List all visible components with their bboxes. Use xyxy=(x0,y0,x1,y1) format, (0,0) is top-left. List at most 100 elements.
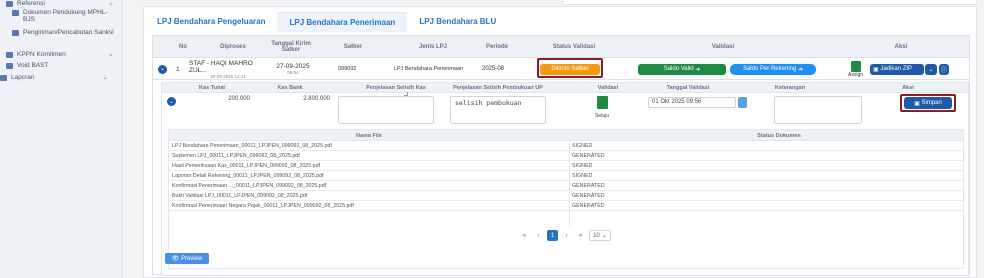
file-name[interactable]: Konfirmasi Penerimaan Negara Pajak_00011… xyxy=(172,203,354,209)
file-row: Konfirmasi Penerimaan ..._00011_LPJPEN_0… xyxy=(169,181,963,191)
tab-lpj-blu[interactable]: LPJ Bendahara BLU xyxy=(407,12,508,32)
highlight-simpan xyxy=(900,94,956,112)
file-status: SIGNED xyxy=(572,163,593,169)
file-status: SIGNED xyxy=(572,173,593,179)
file-row: Konfirmasi Penerimaan Negara Pajak_00011… xyxy=(169,201,963,211)
collapse-toggle-button[interactable]: ⌄ xyxy=(167,97,176,106)
detail-panel: Kas Tunai Kas Bank Penjelasan Selisih Ka… xyxy=(161,82,969,276)
file-icon xyxy=(6,63,13,69)
sidebar-item-label: Pengiriman/Pencabutan Sanksi xyxy=(23,29,114,36)
file-name[interactable]: Laporan Detail Rekening_00011_LPJPEN_099… xyxy=(172,173,324,179)
sidebar-item-lapcran[interactable]: Lapcran ⌄ xyxy=(0,74,112,81)
sidebar-item-label: KPPN Komitmen xyxy=(17,51,66,58)
folder-icon xyxy=(0,75,7,81)
file-name[interactable]: Suplemen LPJ_00011_LPJPEN_099092_08_2025… xyxy=(172,153,300,159)
col-no: No xyxy=(179,43,187,50)
tab-bar: LPJ Bendahara Pengeluaran LPJ Bendahara … xyxy=(145,12,508,32)
file-row: Suplemen LPJ_00011_LPJPEN_099092_08_2025… xyxy=(169,151,963,161)
sidebar-item-void-bast[interactable]: Void BAST xyxy=(6,62,118,69)
jadikan-zip-label: Jadikan ZIP xyxy=(880,66,913,72)
file-table: Nama File Status Dokumen LPJ Bendahara P… xyxy=(168,129,964,269)
penjelasan-kas-input[interactable] xyxy=(338,96,434,124)
per-page-value: 10 xyxy=(593,232,600,239)
highlight-status xyxy=(537,58,603,78)
col-aksi: Aksi xyxy=(902,85,914,91)
col-penjelasan-kas: Penjelasan Selisih Kas xyxy=(366,85,426,91)
col-periode: Periode xyxy=(485,43,508,50)
keterangan-input[interactable] xyxy=(774,96,862,124)
col-status-dokumen: Status Dokumen xyxy=(757,132,801,139)
per-page-select[interactable]: 10 ⌄ xyxy=(589,230,611,241)
info-button[interactable]: ⓘ xyxy=(939,63,949,75)
file-name[interactable]: Hasil Pemeriksaan Kas_00011_LPJPEN_09909… xyxy=(172,163,320,169)
pagination: « ‹ 1 › » 10 ⌄ xyxy=(519,230,611,241)
validasi-toggle[interactable] xyxy=(596,96,608,109)
col-validasi: Validasi xyxy=(597,85,619,91)
sidebar-item-referensi[interactable]: Referensi ⌄ xyxy=(6,0,118,7)
penjelasan-up-input[interactable]: selisih pembukuan xyxy=(450,96,546,124)
first-page-icon: « xyxy=(522,232,527,239)
sidebar-item-kppn-komitmen[interactable]: KPPN Komitmen ⌄ xyxy=(6,51,118,58)
resize-handle xyxy=(404,92,408,96)
satker-value: 099092 xyxy=(338,66,357,72)
next-page-button[interactable]: › xyxy=(561,230,572,241)
page-1-button[interactable]: 1 xyxy=(547,230,558,241)
eye-icon: 👁 xyxy=(171,256,180,262)
main-panel: LPJ Bendahara Pengeluaran LPJ Bendahara … xyxy=(143,6,977,278)
saldo-rekening-label: Saldo Per Rekening xyxy=(742,66,797,72)
file-status: GENERATED xyxy=(572,183,605,189)
sidebar-item-dokumen-pendukung[interactable]: Dokumen Pendukung MPHL-BJS xyxy=(12,9,118,23)
assign-toggle[interactable] xyxy=(850,60,861,72)
file-status: GENERATED xyxy=(572,153,605,159)
col-kas-tunai: Kas Tunai xyxy=(199,85,225,91)
chevron-down-icon: ⌄ xyxy=(108,51,114,58)
assign-label: Assign xyxy=(848,71,864,78)
preview-label: Preview xyxy=(180,255,203,262)
col-penjelasan-up: Penjelasan Selisih Pembukuan UP xyxy=(453,85,543,91)
chevron-down-icon: ⌄ xyxy=(928,66,934,73)
periode-value: 2025-08 xyxy=(482,66,505,72)
expand-toggle-button[interactable]: ⌄ xyxy=(158,64,167,74)
chevron-down-icon: ⌄ xyxy=(108,0,114,7)
file-name[interactable]: Konfirmasi Penerimaan ..._00011_LPJPEN_0… xyxy=(172,183,326,189)
chevron-down-icon: ⌄ xyxy=(102,74,108,81)
jadikan-zip-button[interactable]: ▣ Jadikan ZIP xyxy=(870,63,924,75)
tab-lpj-pengeluaran[interactable]: LPJ Bendahara Pengeluaran xyxy=(145,12,277,32)
tanggal-validasi-input[interactable]: 01 Okt 2025 09:56 xyxy=(648,97,736,108)
lpj-table: No Diproses Tanggal Kirim Satker Satker … xyxy=(152,35,970,276)
col-diproses: Diproses xyxy=(220,43,246,50)
saldo-valid-label: Saldo Valid xyxy=(663,66,694,72)
jenis-lpj-value: LPJ Bendahara Penerimaan xyxy=(394,66,464,72)
calendar-icon[interactable] xyxy=(738,97,747,108)
table-header: No Diproses Tanggal Kirim Satker Satker … xyxy=(153,36,969,58)
top-card xyxy=(562,0,977,5)
first-page-button[interactable]: « xyxy=(519,230,530,241)
folder-icon xyxy=(6,1,13,7)
saldo-valid-button[interactable]: Saldo Valid ➔ xyxy=(638,63,726,75)
tanggal-kirim-time: 09:54 xyxy=(287,70,299,75)
diproses-date: 30-09-2025 14:41 xyxy=(210,73,246,79)
sidebar-item-label: Dokumen Pendukung MPHL-BJS xyxy=(23,9,108,23)
zip-dropdown-button[interactable]: ⌄ xyxy=(925,63,937,75)
sidebar-item-pengiriman-sanksi[interactable]: Pengiriman/Pencabutan Sanksi xyxy=(12,29,118,36)
file-name[interactable]: LPJ Bendahara Penerimaan_00011_LPJPEN_09… xyxy=(172,143,332,149)
col-status-validasi: Status Validasi xyxy=(552,43,596,50)
prev-page-button[interactable]: ‹ xyxy=(533,230,544,241)
sidebar-item-label: Lapcran xyxy=(11,74,35,81)
col-aksi: Aksi xyxy=(894,43,908,50)
col-tanggal-kirim: Tanggal Kirim Satker xyxy=(271,40,311,54)
saldo-rekening-button[interactable]: Saldo Per Rekening ➔ xyxy=(730,63,816,75)
chevron-down-icon: ⌄ xyxy=(168,98,175,105)
preview-button[interactable]: 👁 Preview xyxy=(165,253,209,264)
kas-bank-value: 2.800.000 xyxy=(303,96,330,102)
row-no: 1 xyxy=(176,65,180,73)
last-page-button[interactable]: » xyxy=(575,230,586,241)
col-tanggal-validasi: Tanggal Validasi xyxy=(666,85,710,91)
file-status: GENERATED xyxy=(572,193,605,199)
file-name[interactable]: Bukti Validasi LPJ_00011_LPJPEN_099092_0… xyxy=(172,193,307,199)
file-table-header: Nama File Status Dokumen xyxy=(169,130,963,141)
folder-icon xyxy=(6,52,13,58)
save-icon: ▣ xyxy=(873,66,879,73)
chevron-down-icon: ⌄ xyxy=(601,233,607,239)
tab-lpj-penerimaan[interactable]: LPJ Bendahara Penerimaan xyxy=(277,12,408,32)
